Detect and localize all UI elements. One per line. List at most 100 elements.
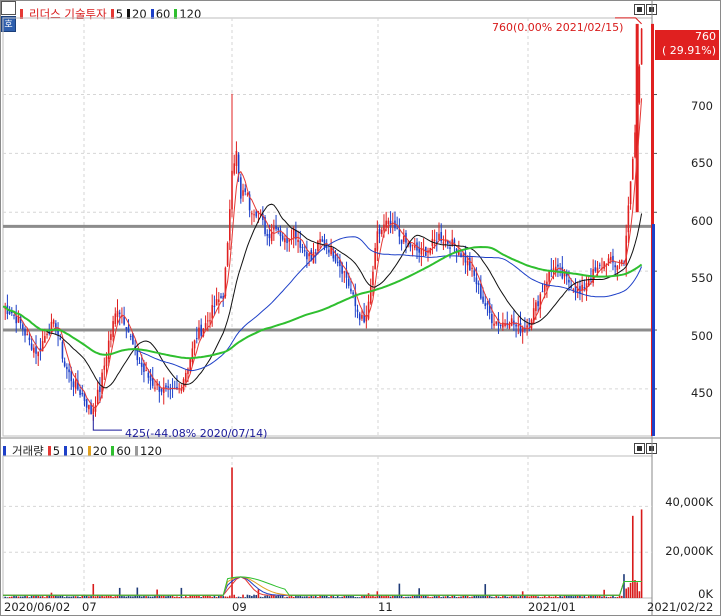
volume-bar <box>477 595 480 598</box>
vol-tick-20000: 20,000K <box>665 544 713 558</box>
candle-body <box>343 271 346 273</box>
volume-bar <box>127 595 130 598</box>
current-change: ( 29.91%) <box>661 44 716 57</box>
candle-body <box>275 225 277 230</box>
candle-body <box>138 362 141 364</box>
price-volume-chart[interactable] <box>0 0 721 616</box>
volume-bar <box>259 596 262 598</box>
volume-bar <box>303 596 306 598</box>
volume-bar <box>284 597 286 598</box>
volume-bar <box>178 596 180 598</box>
volume-bar <box>524 595 526 598</box>
volume-bar <box>480 596 482 598</box>
volume-bar <box>497 596 500 598</box>
y-tick-550: 550 <box>691 271 713 285</box>
candle-body <box>88 404 90 410</box>
candle-body <box>70 370 73 382</box>
candle-body <box>182 379 185 391</box>
volume-bar <box>149 596 152 598</box>
volume-bar <box>176 596 178 598</box>
volume-bar <box>609 596 612 598</box>
volume-bar <box>244 597 247 598</box>
volume-bar <box>515 596 517 598</box>
volume-bar <box>466 596 469 598</box>
candle-body <box>270 232 273 242</box>
candle-body <box>609 256 612 261</box>
volume-bar <box>336 595 339 598</box>
volume-bar <box>356 597 359 598</box>
volume-bar <box>517 596 520 598</box>
volume-bar <box>634 579 636 598</box>
candle-body <box>284 238 286 243</box>
candle-body <box>68 369 70 373</box>
candle-body <box>215 299 218 306</box>
volume-bar <box>484 584 487 598</box>
volume-bar <box>330 595 332 598</box>
volume-bar <box>180 587 183 598</box>
candle-body <box>273 227 275 230</box>
volume-bar <box>72 596 75 598</box>
candle-body <box>535 302 537 311</box>
low-annotation: 425(-44.08% 2020/07/14) <box>125 427 268 440</box>
candle-body <box>356 309 359 312</box>
candle-body <box>612 255 614 263</box>
volume-bar <box>603 589 605 598</box>
volume-bar <box>581 596 583 598</box>
volume-bar <box>332 596 335 598</box>
volume-bar <box>596 596 599 598</box>
volume-bar <box>22 596 24 598</box>
candle-body <box>85 399 88 408</box>
volume-bar <box>99 596 101 598</box>
candle-body <box>63 361 66 367</box>
volume-bar <box>24 595 26 598</box>
volume-bar <box>418 588 420 598</box>
volume-bar <box>398 583 401 598</box>
candle-body <box>127 326 130 333</box>
candle-body <box>629 181 632 205</box>
candle-body <box>125 327 128 330</box>
candle-body <box>114 313 117 324</box>
candle-body <box>499 324 502 326</box>
candle-body <box>103 365 106 370</box>
volume-ma-line <box>3 576 642 596</box>
volume-ma-line <box>3 576 642 596</box>
candle-body <box>543 284 546 292</box>
candle-body <box>112 321 114 338</box>
candle-body <box>8 311 11 314</box>
candle-body <box>24 329 26 336</box>
volume-bar <box>508 596 511 598</box>
candle-body <box>145 370 147 372</box>
candle-body <box>229 209 231 241</box>
volume-bar <box>187 597 189 598</box>
volume-bar <box>620 595 623 598</box>
volume-bar <box>625 588 627 598</box>
volume-bar <box>77 596 79 598</box>
candle-body <box>140 362 143 367</box>
candle-body <box>631 158 634 180</box>
candle-body <box>358 313 361 320</box>
volume-bar <box>402 597 405 598</box>
volume-bar <box>350 595 352 598</box>
x-label-09: 09 <box>232 600 247 614</box>
volume-bar <box>41 596 44 598</box>
candle-body <box>442 242 445 244</box>
candle-body <box>385 220 387 228</box>
y-tick-450: 450 <box>691 386 713 400</box>
candle-body <box>319 239 321 243</box>
volume-bar <box>345 595 348 598</box>
candle-body <box>26 334 29 336</box>
candle-body <box>149 375 152 381</box>
volume-bar <box>504 595 506 598</box>
volume-bar <box>6 597 9 598</box>
candle-body <box>147 372 150 378</box>
candle-body <box>118 312 121 315</box>
candle-body <box>462 254 465 256</box>
candle-body <box>471 267 473 269</box>
volume-bar <box>26 596 29 598</box>
candle-body <box>583 287 586 289</box>
candle-body <box>464 252 467 263</box>
candle-body <box>96 389 99 405</box>
volume-bar <box>88 596 90 598</box>
candle-body <box>242 190 244 196</box>
candle-body <box>129 335 132 337</box>
